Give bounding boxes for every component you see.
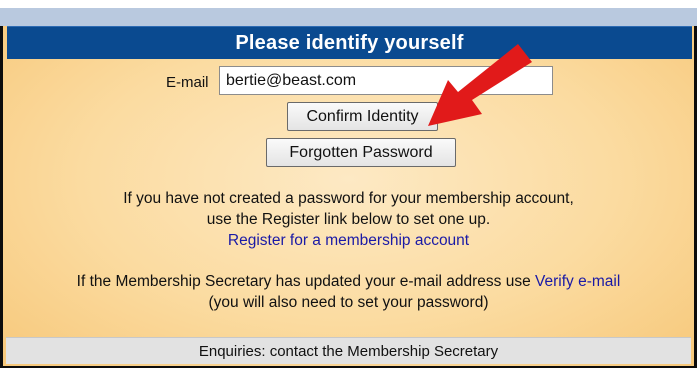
register-link[interactable]: Register for a membership account bbox=[228, 232, 469, 249]
footer: Enquiries: contact the Membership Secret… bbox=[6, 337, 691, 364]
identify-panel: Please identify yourself E-mail Confirm … bbox=[0, 26, 697, 368]
panel-header: Please identify yourself bbox=[7, 26, 692, 59]
register-info: If you have not created a password for y… bbox=[3, 188, 694, 251]
top-strip bbox=[0, 0, 697, 26]
register-info-line2: use the Register link below to set one u… bbox=[206, 211, 491, 228]
verify-info: If the Membership Secretary has updated … bbox=[3, 271, 694, 313]
page: Please identify yourself E-mail Confirm … bbox=[0, 0, 697, 368]
register-info-line1: If you have not created a password for y… bbox=[123, 190, 574, 207]
footer-text: Enquiries: contact the Membership Secret… bbox=[198, 342, 499, 360]
email-row: E-mail bbox=[3, 66, 694, 98]
verify-email-link[interactable]: Verify e-mail bbox=[535, 273, 620, 290]
page-title: Please identify yourself bbox=[235, 31, 464, 54]
email-label: E-mail bbox=[166, 74, 209, 91]
confirm-identity-button[interactable]: Confirm Identity bbox=[287, 102, 438, 131]
forgotten-password-button[interactable]: Forgotten Password bbox=[266, 138, 456, 167]
verify-info-note: (you will also need to set your password… bbox=[208, 294, 489, 311]
verify-info-text: If the Membership Secretary has updated … bbox=[76, 273, 531, 290]
email-field[interactable] bbox=[219, 66, 553, 95]
